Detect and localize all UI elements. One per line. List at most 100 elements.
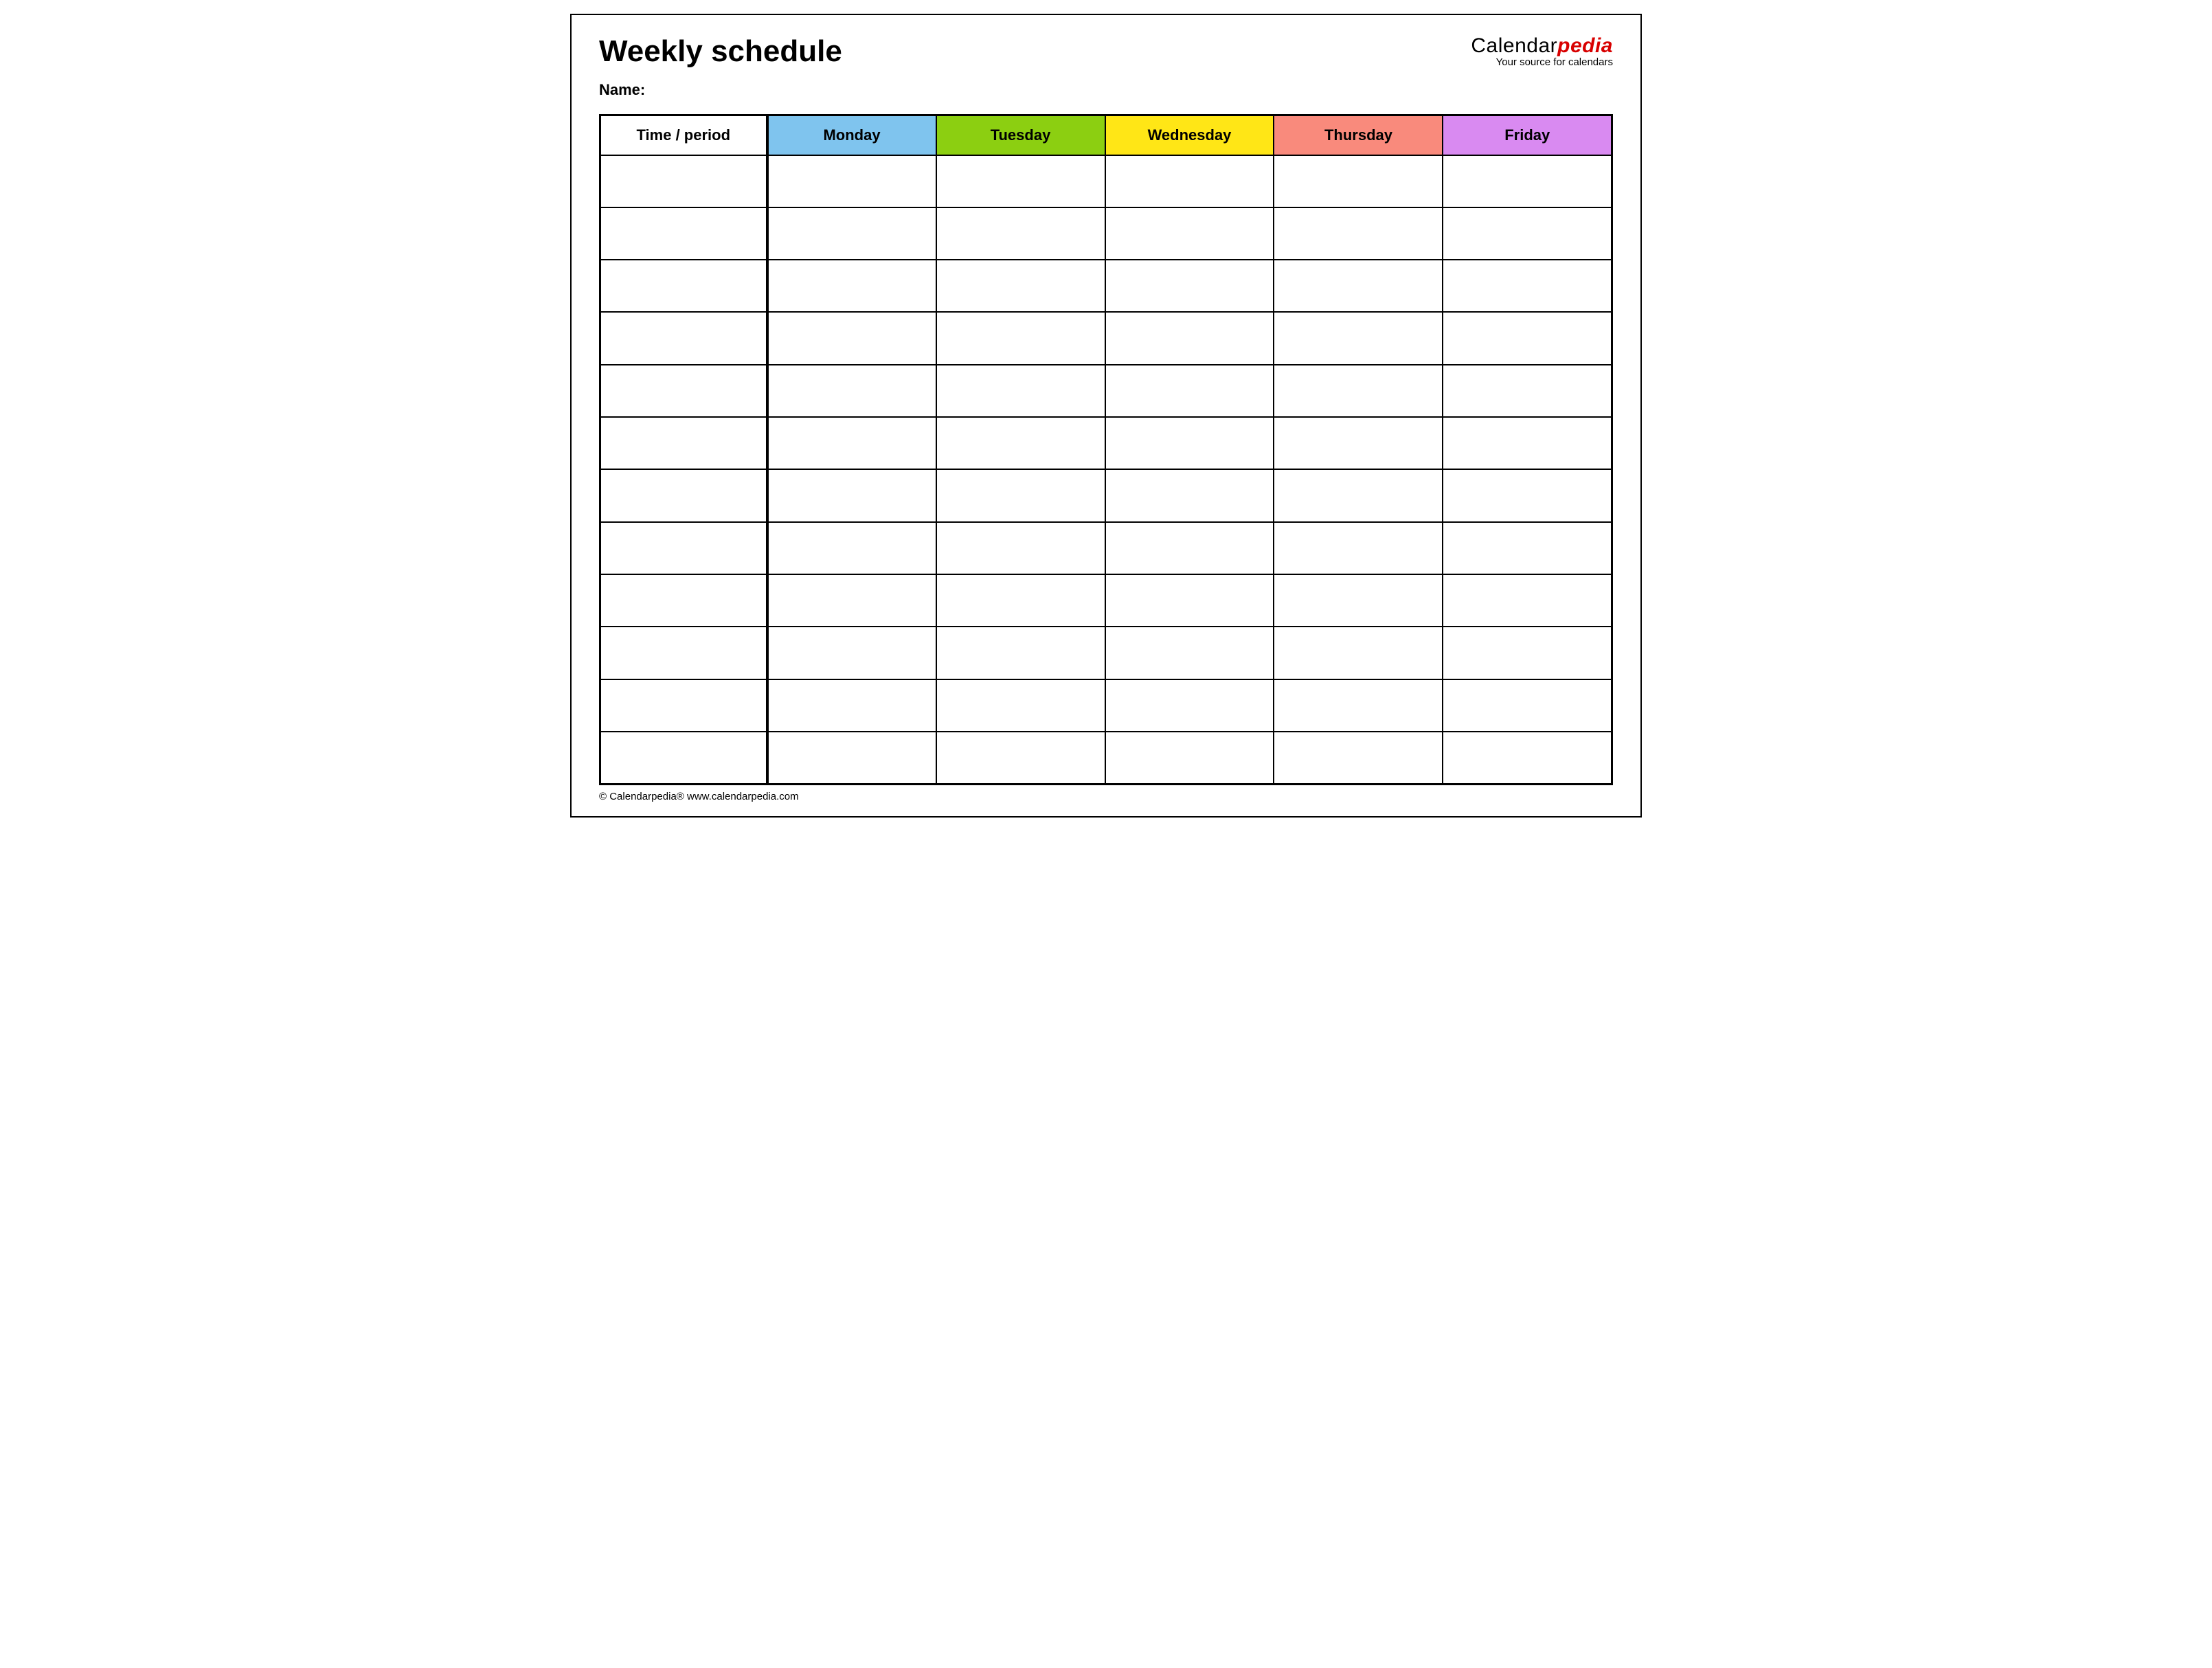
schedule-cell[interactable]: [936, 260, 1105, 312]
schedule-cell[interactable]: [767, 679, 936, 732]
table-row: [600, 574, 1612, 627]
schedule-cell[interactable]: [1105, 522, 1274, 574]
logo: Calendarpedia Your source for calendars: [1471, 34, 1613, 69]
schedule-cell[interactable]: [1274, 207, 1443, 260]
time-cell[interactable]: [600, 417, 767, 469]
schedule-cell[interactable]: [936, 469, 1105, 521]
schedule-cell[interactable]: [1105, 365, 1274, 417]
table-row: [600, 207, 1612, 260]
page-title: Weekly schedule: [599, 34, 842, 69]
header-row: Time / period Monday Tuesday Wednesday T…: [600, 115, 1612, 155]
schedule-cell[interactable]: [936, 417, 1105, 469]
schedule-cell[interactable]: [1443, 207, 1612, 260]
schedule-cell[interactable]: [1274, 469, 1443, 521]
schedule-cell[interactable]: [1274, 417, 1443, 469]
schedule-cell[interactable]: [767, 312, 936, 364]
page-container: Weekly schedule Calendarpedia Your sourc…: [570, 14, 1642, 818]
schedule-cell[interactable]: [1105, 574, 1274, 627]
time-cell[interactable]: [600, 365, 767, 417]
schedule-cell[interactable]: [1105, 155, 1274, 207]
schedule-cell[interactable]: [1274, 679, 1443, 732]
schedule-cell[interactable]: [936, 732, 1105, 784]
schedule-cell[interactable]: [1105, 679, 1274, 732]
schedule-cell[interactable]: [1443, 732, 1612, 784]
schedule-cell[interactable]: [767, 522, 936, 574]
time-cell[interactable]: [600, 260, 767, 312]
time-cell[interactable]: [600, 679, 767, 732]
schedule-cell[interactable]: [936, 155, 1105, 207]
schedule-cell[interactable]: [767, 627, 936, 679]
table-row: [600, 365, 1612, 417]
schedule-cell[interactable]: [936, 207, 1105, 260]
schedule-cell[interactable]: [767, 260, 936, 312]
schedule-cell[interactable]: [1443, 679, 1612, 732]
time-cell[interactable]: [600, 627, 767, 679]
schedule-cell[interactable]: [1443, 627, 1612, 679]
schedule-cell[interactable]: [767, 155, 936, 207]
schedule-cell[interactable]: [1443, 417, 1612, 469]
schedule-cell[interactable]: [1443, 522, 1612, 574]
logo-tagline: Your source for calendars: [1471, 57, 1613, 69]
schedule-table: Time / period Monday Tuesday Wednesday T…: [599, 114, 1613, 785]
schedule-cell[interactable]: [767, 207, 936, 260]
schedule-cell[interactable]: [1443, 155, 1612, 207]
schedule-cell[interactable]: [936, 627, 1105, 679]
logo-prefix: Calendar: [1471, 34, 1557, 57]
footer-text: © Calendarpedia® www.calendarpedia.com: [599, 791, 1613, 802]
time-cell[interactable]: [600, 155, 767, 207]
schedule-cell[interactable]: [1105, 732, 1274, 784]
name-label: Name:: [599, 81, 1613, 99]
col-header-monday: Monday: [767, 115, 936, 155]
schedule-cell[interactable]: [936, 312, 1105, 364]
schedule-cell[interactable]: [767, 574, 936, 627]
time-cell[interactable]: [600, 312, 767, 364]
col-header-wednesday: Wednesday: [1105, 115, 1274, 155]
schedule-body: [600, 155, 1612, 785]
col-header-time: Time / period: [600, 115, 767, 155]
logo-suffix: pedia: [1557, 34, 1613, 57]
table-row: [600, 522, 1612, 574]
schedule-cell[interactable]: [767, 365, 936, 417]
schedule-cell[interactable]: [1274, 627, 1443, 679]
schedule-cell[interactable]: [767, 469, 936, 521]
table-row: [600, 417, 1612, 469]
col-header-friday: Friday: [1443, 115, 1612, 155]
time-cell[interactable]: [600, 732, 767, 784]
schedule-cell[interactable]: [1443, 260, 1612, 312]
schedule-cell[interactable]: [1274, 260, 1443, 312]
schedule-cell[interactable]: [1274, 155, 1443, 207]
table-row: [600, 469, 1612, 521]
schedule-cell[interactable]: [936, 574, 1105, 627]
schedule-cell[interactable]: [936, 679, 1105, 732]
schedule-cell[interactable]: [1443, 312, 1612, 364]
schedule-cell[interactable]: [1105, 260, 1274, 312]
schedule-cell[interactable]: [1443, 574, 1612, 627]
schedule-cell[interactable]: [936, 365, 1105, 417]
table-row: [600, 732, 1612, 784]
header-row: Weekly schedule Calendarpedia Your sourc…: [599, 34, 1613, 69]
schedule-cell[interactable]: [1105, 417, 1274, 469]
time-cell[interactable]: [600, 469, 767, 521]
time-cell[interactable]: [600, 574, 767, 627]
schedule-cell[interactable]: [1105, 627, 1274, 679]
schedule-cell[interactable]: [1105, 207, 1274, 260]
schedule-cell[interactable]: [1274, 312, 1443, 364]
schedule-cell[interactable]: [767, 732, 936, 784]
table-row: [600, 155, 1612, 207]
table-row: [600, 260, 1612, 312]
time-cell[interactable]: [600, 522, 767, 574]
schedule-cell[interactable]: [1274, 365, 1443, 417]
schedule-cell[interactable]: [1105, 469, 1274, 521]
time-cell[interactable]: [600, 207, 767, 260]
schedule-cell[interactable]: [936, 522, 1105, 574]
schedule-cell[interactable]: [1274, 732, 1443, 784]
col-header-tuesday: Tuesday: [936, 115, 1105, 155]
schedule-cell[interactable]: [1274, 522, 1443, 574]
schedule-cell[interactable]: [767, 417, 936, 469]
table-row: [600, 627, 1612, 679]
schedule-cell[interactable]: [1443, 365, 1612, 417]
schedule-cell[interactable]: [1274, 574, 1443, 627]
schedule-cell[interactable]: [1105, 312, 1274, 364]
col-header-thursday: Thursday: [1274, 115, 1443, 155]
schedule-cell[interactable]: [1443, 469, 1612, 521]
